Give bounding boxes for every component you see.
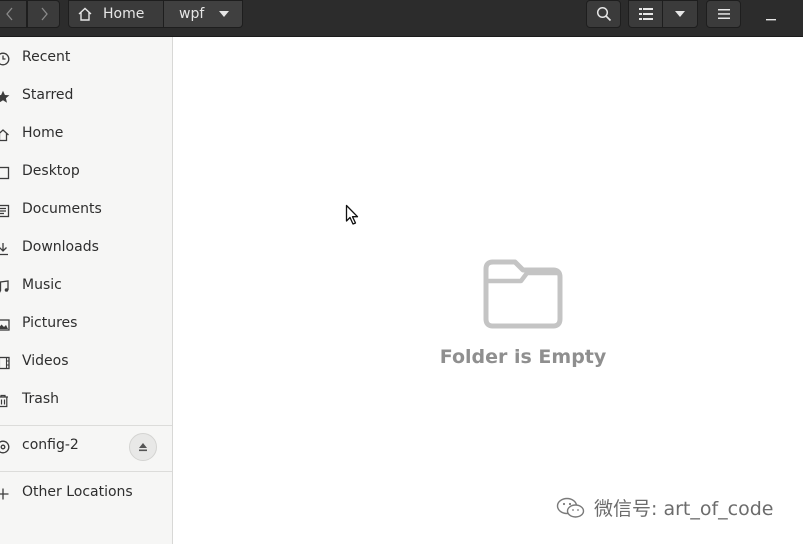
sidebar-item-label: Videos <box>22 353 69 369</box>
sidebar-item-label: Documents <box>22 201 102 217</box>
sidebar-item-recent[interactable]: Recent <box>0 40 172 78</box>
chevron-left-icon <box>5 7 12 21</box>
sidebar-item-label: Other Locations <box>22 484 133 500</box>
sidebar-item-label: Trash <box>22 391 59 407</box>
wechat-icon <box>556 497 585 518</box>
sidebar-item-home[interactable]: Home <box>0 116 172 154</box>
empty-folder-message: Folder is Empty <box>439 346 607 368</box>
sidebar: Recent Starred Home Desktop Documents Do… <box>0 37 173 544</box>
sidebar-item-label: Desktop <box>22 163 80 179</box>
plus-icon <box>0 485 12 503</box>
minimize-button[interactable] <box>757 6 785 26</box>
list-view-button[interactable] <box>628 0 663 28</box>
sidebar-item-label: Home <box>22 125 64 141</box>
sidebar-item-label: Starred <box>22 87 74 103</box>
sidebar-item-pictures[interactable]: Pictures <box>0 306 172 344</box>
desktop-icon <box>0 164 12 182</box>
sidebar-item-label: Downloads <box>22 239 99 255</box>
mouse-cursor-icon <box>345 204 359 225</box>
eject-icon <box>139 443 147 452</box>
document-icon <box>0 202 12 220</box>
sidebar-item-music[interactable]: Music <box>0 268 172 306</box>
path-label-home: Home <box>103 6 145 22</box>
view-options-button[interactable] <box>662 0 698 28</box>
path-button-home[interactable]: Home <box>68 0 164 28</box>
video-icon <box>0 354 12 372</box>
sidebar-item-desktop[interactable]: Desktop <box>0 154 172 192</box>
sidebar-item-label: Music <box>22 277 62 293</box>
back-button[interactable] <box>0 0 27 28</box>
path-button-current[interactable]: wpf <box>163 0 243 28</box>
hamburger-menu-icon <box>717 9 730 19</box>
trash-icon <box>0 392 12 410</box>
watermark-text: 微信号: art_of_code <box>594 498 774 520</box>
forward-button[interactable] <box>27 0 60 28</box>
main-menu-button[interactable] <box>706 0 741 28</box>
sidebar-item-videos[interactable]: Videos <box>0 344 172 382</box>
sidebar-separator <box>0 471 172 472</box>
eject-button[interactable] <box>129 433 157 461</box>
music-icon <box>0 278 12 296</box>
sidebar-item-trash[interactable]: Trash <box>0 382 172 420</box>
sidebar-separator <box>0 425 172 426</box>
chevron-down-icon <box>219 11 230 17</box>
star-icon <box>0 88 12 106</box>
sidebar-item-label: config-2 <box>22 437 79 453</box>
minimize-icon <box>766 19 776 21</box>
search-icon <box>596 6 611 22</box>
home-icon <box>0 126 12 144</box>
sidebar-item-other-locations[interactable]: Other Locations <box>0 475 172 513</box>
path-label-current: wpf <box>179 6 205 22</box>
home-icon <box>78 7 92 21</box>
sidebar-item-downloads[interactable]: Downloads <box>0 230 172 268</box>
sidebar-item-label: Recent <box>22 49 71 65</box>
sidebar-item-starred[interactable]: Starred <box>0 78 172 116</box>
chevron-down-icon <box>675 11 685 17</box>
search-button[interactable] <box>586 0 621 28</box>
watermark: 微信号: art_of_code <box>556 494 773 521</box>
chevron-right-icon <box>41 7 48 21</box>
sidebar-item-label: Pictures <box>22 315 78 331</box>
sidebar-item-documents[interactable]: Documents <box>0 192 172 230</box>
list-view-icon <box>638 8 653 20</box>
clock-icon <box>0 50 12 68</box>
header-bar: Home wpf <box>0 0 803 37</box>
disc-icon <box>0 438 12 456</box>
picture-icon <box>0 316 12 334</box>
download-icon <box>0 240 12 258</box>
empty-folder-icon <box>483 259 563 329</box>
